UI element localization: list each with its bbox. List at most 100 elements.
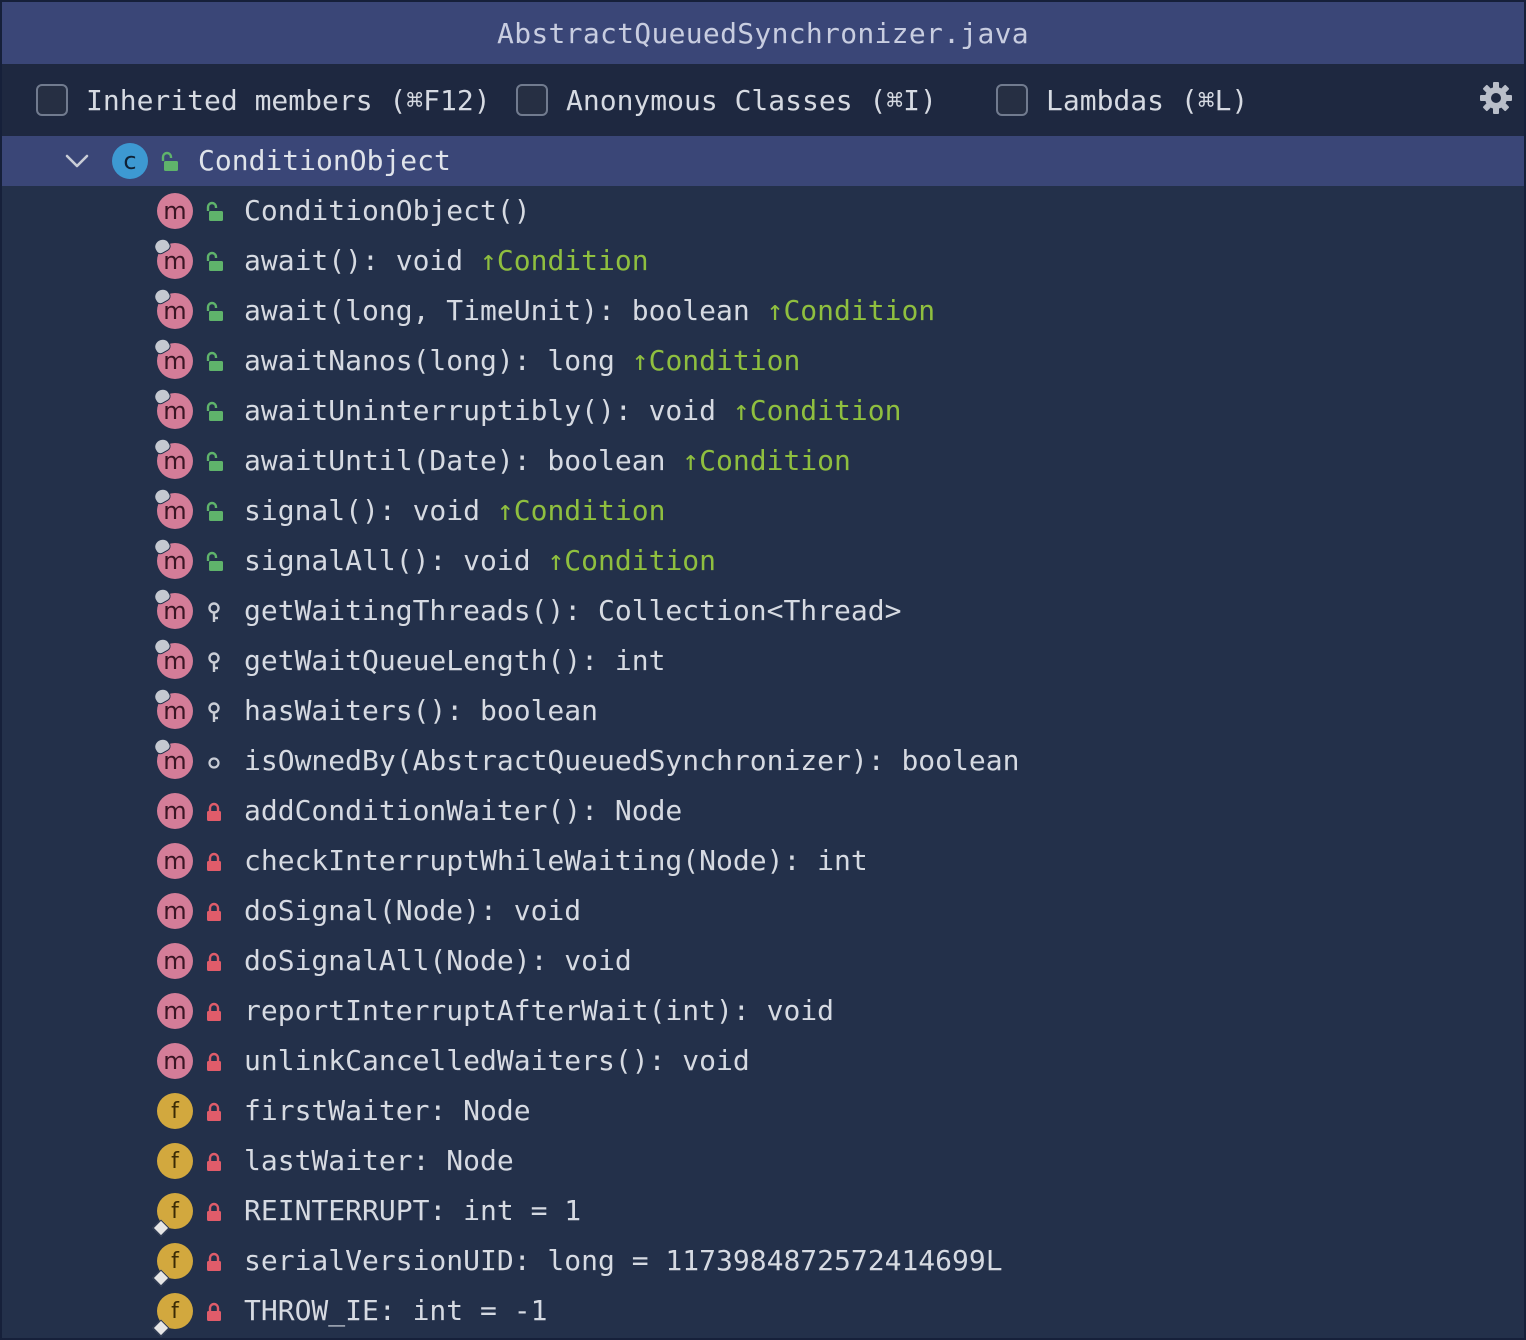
anonymous-classes-checkbox[interactable] <box>516 84 548 116</box>
method-icon: m <box>157 793 193 829</box>
inherited-members-option[interactable]: Inherited members (⌘F12) <box>36 81 491 119</box>
tree-member-row[interactable]: m signalAll(): void ↑Condition <box>2 535 1524 586</box>
overrides-icon <box>151 235 173 257</box>
field-icon: f <box>152 1243 193 1287</box>
public-lock-icon <box>206 451 223 471</box>
gear-icon[interactable] <box>1478 80 1514 116</box>
tree-member-row[interactable]: m await(): void ↑Condition <box>2 235 1524 286</box>
tree-member-row[interactable]: m checkInterruptWhileWaiting(Node): int <box>2 836 1524 886</box>
tree-member-row[interactable]: m awaitNanos(long): long ↑Condition <box>2 335 1524 386</box>
member-label: awaitUninterruptibly(): void ↑Condition <box>244 392 901 430</box>
member-label: firstWaiter: Node <box>244 1092 531 1130</box>
private-lock-icon <box>207 1302 221 1321</box>
tree-member-row[interactable]: m addConditionWaiter(): Node <box>2 786 1524 836</box>
method-icon: m <box>151 435 193 479</box>
class-icon-letter: c <box>123 147 137 175</box>
tree-member-row[interactable]: f lastWaiter: Node <box>2 1136 1524 1186</box>
public-lock-icon <box>206 301 223 321</box>
tree-member-row[interactable]: m hasWaiters(): boolean <box>2 685 1524 736</box>
tree-member-row[interactable]: m getWaitQueueLength(): int <box>2 635 1524 686</box>
inherited-members-checkbox[interactable] <box>36 84 68 116</box>
tree-member-row[interactable]: m isOwnedBy(AbstractQueuedSynchronizer): … <box>2 735 1524 786</box>
member-signature: serialVersionUID: long = 117398487257241… <box>244 1244 1003 1277</box>
overrides-icon <box>151 485 173 507</box>
tree-member-row[interactable]: m unlinkCancelledWaiters(): void <box>2 1036 1524 1086</box>
lambdas-label: Lambdas (⌘L) <box>1046 83 1249 117</box>
tree-member-row[interactable]: m reportInterruptAfterWait(int): void <box>2 986 1524 1036</box>
method-icon: m <box>157 993 193 1029</box>
tree-member-row[interactable]: m doSignalAll(Node): void <box>2 936 1524 986</box>
tree-member-row[interactable]: m awaitUninterruptibly(): void ↑Condition <box>2 385 1524 436</box>
member-signature: signalAll(): void <box>244 544 531 577</box>
method-icon: m <box>151 735 193 779</box>
method-icon: m <box>151 385 193 429</box>
inherited-from-label: ↑Condition <box>682 444 851 477</box>
protected-key-icon <box>208 702 220 722</box>
member-signature: awaitUninterruptibly(): void <box>244 394 717 427</box>
tree-member-row[interactable]: f REINTERRUPT: int = 1 <box>2 1186 1524 1237</box>
anonymous-classes-option[interactable]: Anonymous Classes (⌘I) <box>516 81 937 119</box>
member-signature: unlinkCancelledWaiters(): void <box>244 1044 750 1077</box>
member-signature: doSignal(Node): void <box>244 894 582 927</box>
member-label: checkInterruptWhileWaiting(Node): int <box>244 842 868 880</box>
method-icon: m <box>151 635 193 679</box>
inherited-from-label: ↑Condition <box>496 494 666 527</box>
private-lock-icon <box>207 1202 221 1221</box>
private-lock-icon <box>207 1102 221 1121</box>
member-signature: REINTERRUPT: int = 1 <box>244 1194 582 1227</box>
overrides-icon <box>151 435 173 457</box>
member-label: awaitUntil(Date): boolean ↑Condition <box>244 442 851 480</box>
method-icon: m <box>157 943 193 979</box>
member-signature: await(): void <box>244 244 464 277</box>
protected-key-icon <box>208 652 220 672</box>
method-icon: m <box>151 585 193 629</box>
member-signature: isOwnedBy(AbstractQueuedSynchronizer): b… <box>244 744 1020 777</box>
member-label: addConditionWaiter(): Node <box>244 792 682 830</box>
member-label: signal(): void ↑Condition <box>244 492 665 530</box>
tree-member-row[interactable]: f serialVersionUID: long = 11739848725724… <box>2 1236 1524 1287</box>
tree-member-row[interactable]: f firstWaiter: Node <box>2 1086 1524 1136</box>
chevron-down-icon[interactable] <box>64 151 90 171</box>
field-icon: f <box>157 1093 193 1129</box>
tree-member-row[interactable]: m getWaitingThreads(): Collection<Thread> <box>2 585 1524 636</box>
member-label: signalAll(): void ↑Condition <box>244 542 716 580</box>
member-label: getWaitQueueLength(): int <box>244 642 665 680</box>
final-pin-icon <box>152 1269 170 1287</box>
tree-node-condition-object[interactable]: c ConditionObject <box>2 136 1524 186</box>
method-icon: m <box>151 485 193 529</box>
member-signature: hasWaiters(): boolean <box>244 694 599 727</box>
final-pin-icon <box>152 1219 170 1237</box>
member-label: doSignal(Node): void <box>244 892 581 930</box>
public-lock-icon <box>206 551 223 571</box>
member-label: REINTERRUPT: int = 1 <box>244 1192 581 1230</box>
overrides-icon <box>151 735 173 757</box>
member-label: unlinkCancelledWaiters(): void <box>244 1042 750 1080</box>
member-signature: doSignalAll(Node): void <box>244 944 632 977</box>
member-signature: getWaitingThreads(): Collection<Thread> <box>244 594 902 627</box>
member-signature: getWaitQueueLength(): int <box>244 644 666 677</box>
member-signature: awaitNanos(long): long <box>244 344 615 377</box>
popup-title: AbstractQueuedSynchronizer.java <box>2 2 1524 64</box>
public-lock-icon <box>206 351 223 371</box>
anonymous-classes-label: Anonymous Classes (⌘I) <box>566 83 937 117</box>
tree-member-row[interactable]: m signal(): void ↑Condition <box>2 485 1524 536</box>
lambdas-checkbox[interactable] <box>996 84 1028 116</box>
tree-member-row[interactable]: m awaitUntil(Date): boolean ↑Condition <box>2 435 1524 486</box>
method-icon: m <box>157 193 193 229</box>
tree-member-row[interactable]: m ConditionObject() <box>2 186 1524 236</box>
tree-member-row[interactable]: m await(long, TimeUnit): boolean ↑Conditi… <box>2 285 1524 336</box>
member-label: isOwnedBy(AbstractQueuedSynchronizer): b… <box>244 742 1019 780</box>
private-lock-icon <box>207 852 221 871</box>
method-icon: m <box>157 893 193 929</box>
tree-member-row[interactable]: f THROW_IE: int = -1 <box>2 1286 1524 1337</box>
overrides-icon <box>151 385 173 407</box>
member-label: reportInterruptAfterWait(int): void <box>244 992 834 1030</box>
inherited-from-label: ↑Condition <box>631 344 801 377</box>
lambdas-option[interactable]: Lambdas (⌘L) <box>996 81 1248 119</box>
protected-key-icon <box>208 602 220 622</box>
method-icon: m <box>151 335 193 379</box>
tree-member-row[interactable]: m doSignal(Node): void <box>2 886 1524 936</box>
member-label: THROW_IE: int = -1 <box>244 1292 547 1330</box>
member-signature: signal(): void <box>244 494 481 527</box>
public-lock-icon <box>206 201 223 221</box>
